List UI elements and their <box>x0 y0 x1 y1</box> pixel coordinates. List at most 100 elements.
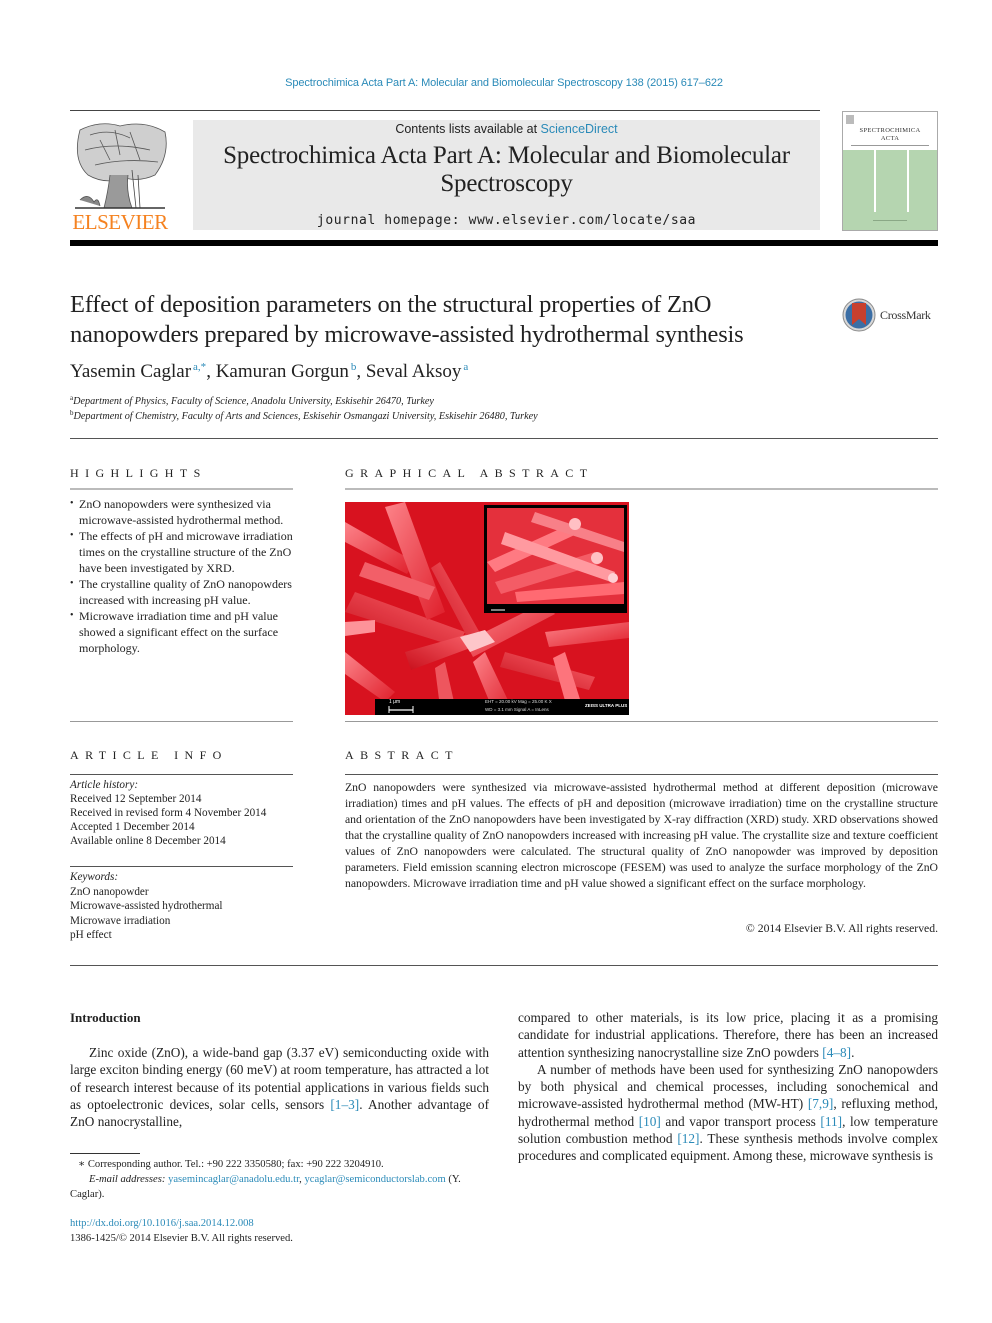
crossmark-label: CrossMark <box>880 308 931 322</box>
crossmark-icon <box>842 298 876 332</box>
body-column-left: Zinc oxide (ZnO), a wide-band gap (3.37 … <box>70 1044 489 1130</box>
abstract-text: ZnO nanopowders were synthesized via mic… <box>345 781 938 890</box>
email-label: E-mail addresses: <box>89 1174 166 1185</box>
email-link[interactable]: ycaglar@semiconductorslab.com <box>304 1174 445 1185</box>
homepage-url-link[interactable]: www.elsevier.com/locate/saa <box>469 213 697 228</box>
keywords-rule <box>70 866 293 867</box>
journal-citation-link[interactable]: Spectrochimica Acta Part A: Molecular an… <box>0 77 992 89</box>
cover-green-panel <box>843 150 937 230</box>
sem-info-line: WD = 3.1 mm Signal A = InLens <box>485 707 549 712</box>
graphical-abstract-image[interactable]: 1 μm EHT = 20.00 kV Mag = 25.00 K X WD =… <box>345 502 629 715</box>
crossmark-button[interactable]: CrossMark <box>842 297 942 333</box>
keyword-item: pH effect <box>70 929 112 941</box>
footnote-rule <box>70 1153 140 1154</box>
header-thick-rule <box>70 240 938 246</box>
corresponding-author-note: ∗ Corresponding author. Tel.: +90 222 33… <box>78 1159 384 1170</box>
journal-header-box: Contents lists available at ScienceDirec… <box>193 120 820 230</box>
abstract-rule <box>345 774 938 775</box>
history-entry: Available online 8 December 2014 <box>70 835 226 847</box>
author-affiliation-marker[interactable]: a,* <box>193 361 206 373</box>
highlights-bottom-rule <box>70 721 293 722</box>
highlights-heading: HIGHLIGHTS <box>70 466 207 480</box>
article-title: Effect of deposition parameters on the s… <box>70 291 744 348</box>
author-name[interactable]: Kamuran Gorgun <box>216 361 349 382</box>
body-column-right: compared to other materials, is its low … <box>518 1009 938 1165</box>
doi-block: http://dx.doi.org/10.1016/j.saa.2014.12.… <box>70 1216 490 1246</box>
article-history: Article history: Received 12 September 2… <box>70 778 296 848</box>
affiliation-text: Department of Physics, Faculty of Scienc… <box>73 396 434 407</box>
sem-brand-label: ZEISS ULTRA PLUS <box>585 703 628 708</box>
email-footnote: E-mail addresses: yasemincaglar@anadolu.… <box>70 1172 490 1202</box>
highlights-list: ZnO nanopowders were synthesized via mic… <box>70 496 296 656</box>
scale-bar-label: 1 μm <box>389 699 401 705</box>
keyword-item: Microwave irradiation <box>70 914 171 927</box>
sciencedirect-link[interactable]: ScienceDirect <box>541 122 618 136</box>
highlight-item: The effects of pH and microwave irradiat… <box>70 528 296 576</box>
keywords-label: Keywords: <box>70 871 119 883</box>
cover-title: SPECTROCHIMICA ACTA <box>843 127 937 143</box>
cover-logo-icon <box>846 115 854 124</box>
author-affiliation-marker[interactable]: a <box>463 361 468 373</box>
doi-link[interactable]: http://dx.doi.org/10.1016/j.saa.2014.12.… <box>70 1218 254 1229</box>
reference-link[interactable]: [1–3] <box>330 1097 359 1112</box>
homepage-label: journal homepage: <box>316 213 469 228</box>
graphical-abstract-rule <box>345 488 938 490</box>
graphical-abstract-heading: GRAPHICAL ABSTRACT <box>345 466 594 480</box>
reference-link[interactable]: [11] <box>820 1114 842 1129</box>
reference-link[interactable]: [10] <box>639 1114 661 1129</box>
header-rule <box>70 110 820 111</box>
cover-title-line-1: SPECTROCHIMICA <box>859 127 921 134</box>
keywords: Keywords: ZnO nanopowder Microwave-assis… <box>70 870 296 943</box>
abstract-copyright: © 2014 Elsevier B.V. All rights reserved… <box>745 922 938 935</box>
body-paragraph: compared to other materials, is its low … <box>518 1009 938 1061</box>
cover-stripe <box>874 150 876 212</box>
keyword-item: Microwave-assisted hydrothermal <box>70 900 223 912</box>
highlights-rule <box>70 488 293 490</box>
article-info-heading: ARTICLE INFO <box>70 748 228 762</box>
footnotes: ∗ Corresponding author. Tel.: +90 222 33… <box>70 1157 490 1202</box>
journal-cover-thumbnail[interactable]: SPECTROCHIMICA ACTA <box>842 111 938 231</box>
author-list: Yasemin Caglar a,*, Kamuran Gorgun b, Seva… <box>70 361 468 383</box>
contents-prefix: Contents lists available at <box>395 122 541 136</box>
sem-micrograph-image <box>345 502 629 715</box>
cover-title-line-2: ACTA <box>880 135 900 142</box>
graphical-abstract-bottom-rule <box>345 721 938 722</box>
keyword-item: ZnO nanopowder <box>70 885 149 898</box>
journal-homepage-line: journal homepage: www.elsevier.com/locat… <box>193 213 820 228</box>
body-text: . <box>851 1044 855 1060</box>
elsevier-tree-icon <box>75 123 167 209</box>
issn-copyright: 1386-1425/© 2014 Elsevier B.V. All right… <box>70 1233 293 1244</box>
elsevier-wordmark: ELSEVIER <box>72 210 168 234</box>
history-entry: Accepted 1 December 2014 <box>70 821 195 833</box>
article-history-label: Article history: <box>70 779 139 791</box>
section-divider <box>70 965 938 966</box>
highlight-item: Microwave irradiation time and pH value … <box>70 608 296 656</box>
email-link[interactable]: yasemincaglar@anadolu.edu.tr <box>168 1174 299 1185</box>
journal-title[interactable]: Spectrochimica Acta Part A: Molecular an… <box>193 142 820 198</box>
cover-subtitle-line <box>851 145 929 146</box>
history-entry: Received 12 September 2014 <box>70 793 202 805</box>
elsevier-logo[interactable]: ELSEVIER <box>70 120 170 234</box>
section-divider <box>70 438 938 439</box>
author-name[interactable]: Yasemin Caglar <box>70 361 191 382</box>
article-info-rule <box>70 774 293 775</box>
abstract-heading: ABSTRACT <box>345 748 459 762</box>
author-separator: , <box>206 361 216 382</box>
affiliation: aDepartment of Physics, Faculty of Scien… <box>70 394 434 407</box>
body-paragraph: A number of methods have been used for s… <box>518 1061 938 1165</box>
highlight-item: The crystalline quality of ZnO nanopowde… <box>70 576 296 608</box>
author-name[interactable]: Seval Aksoy <box>366 361 462 382</box>
body-text: compared to other materials, is its low … <box>518 1010 938 1060</box>
introduction-heading: Introduction <box>70 1010 141 1025</box>
history-entry: Received in revised form 4 November 2014 <box>70 807 267 819</box>
reference-link[interactable]: [12] <box>677 1131 699 1146</box>
cover-footer-line <box>873 220 907 221</box>
reference-link[interactable]: [4–8] <box>822 1045 851 1060</box>
author-separator: , <box>356 361 366 382</box>
affiliation: bDepartment of Chemistry, Faculty of Art… <box>70 409 538 422</box>
cover-stripe <box>907 150 909 212</box>
highlight-item: ZnO nanopowders were synthesized via mic… <box>70 496 296 528</box>
contents-available-line: Contents lists available at ScienceDirec… <box>193 122 820 136</box>
reference-link[interactable]: [7,9] <box>808 1096 833 1111</box>
affiliation-text: Department of Chemistry, Faculty of Arts… <box>73 411 538 422</box>
